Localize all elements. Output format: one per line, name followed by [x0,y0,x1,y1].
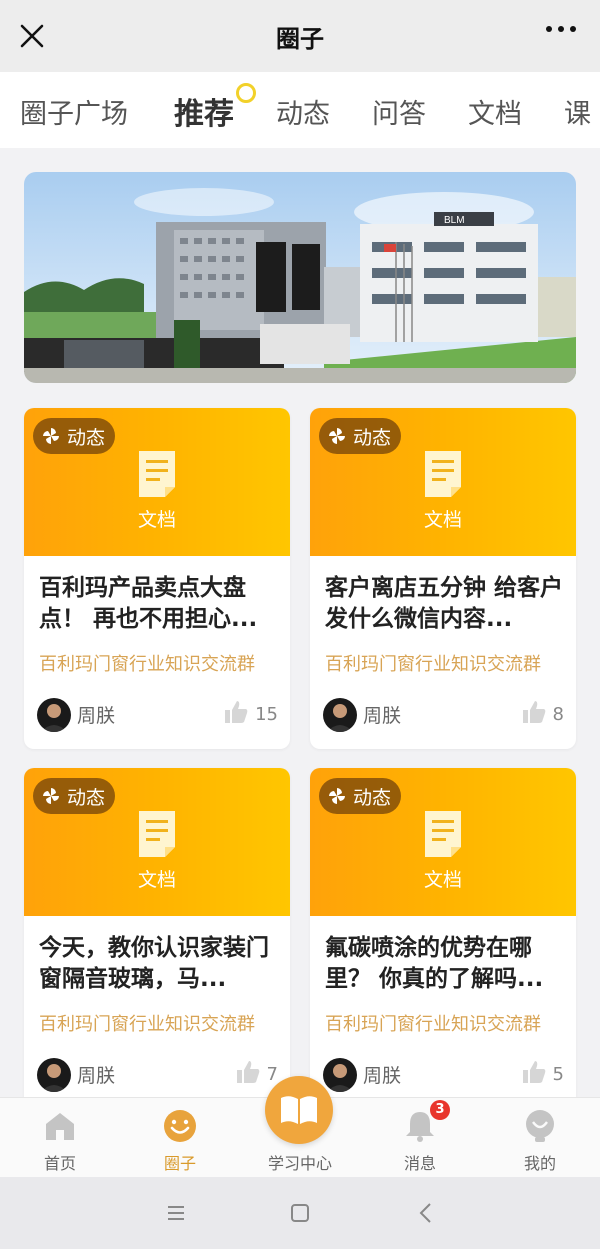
tab-circle-square[interactable]: 圈子广场 [20,92,128,131]
badge-label: 动态 [353,786,392,809]
type-badge: 动态 [319,418,402,454]
card-title[interactable]: 客户离店五分钟 给客户发什么微信内容... [325,573,565,635]
card-thumbnail: 动态 文档 [310,768,576,916]
book-icon [281,1096,317,1124]
back-icon[interactable] [412,1199,440,1227]
avatar[interactable] [323,1058,357,1092]
learning-center-button[interactable] [265,1076,333,1144]
card-title[interactable]: 百利玛产品卖点大盘点！ 再也不用担心... [39,573,279,635]
badge-label: 动态 [67,786,106,809]
home-icon [46,1113,74,1140]
author-name[interactable]: 周朕 [77,701,115,728]
like-count: 8 [552,704,564,725]
like-button[interactable]: 5 [521,1059,564,1085]
tab-docs[interactable]: 文档 [468,92,522,131]
card-thumbnail: 动态 文档 [24,768,290,916]
nav-messages[interactable]: 消息 [360,1098,480,1178]
building-sign: BLM [444,215,465,226]
document-icon [425,811,461,857]
like-count: 5 [552,1064,564,1085]
post-card[interactable]: 动态 文档 今天，教你认识家装门窗隔音玻璃，马... 百利玛门窗行业知识交流群 … [24,768,290,1109]
home-square-icon[interactable] [286,1199,314,1227]
thumbs-up-icon [522,701,545,723]
badge-label: 动态 [353,426,392,449]
thumbs-up-icon [225,701,248,723]
like-button[interactable]: 15 [223,699,278,725]
title-bar: 圈子 [0,0,600,72]
card-title[interactable]: 氟碳喷涂的优势在哪里？ 你真的了解吗... [325,933,565,995]
tab-qa[interactable]: 问答 [372,92,426,131]
doc-type-label: 文档 [137,509,176,531]
avatar[interactable] [37,1058,71,1092]
group-name[interactable]: 百利玛门窗行业知识交流群 [39,650,255,676]
group-name[interactable]: 百利玛门窗行业知识交流群 [39,1010,255,1036]
like-button[interactable]: 8 [521,699,564,725]
tab-course[interactable]: 课 [564,92,591,131]
card-thumbnail: 动态 文档 [310,408,576,556]
card-title[interactable]: 今天，教你认识家装门窗隔音玻璃，马... [39,933,279,995]
pinwheel-icon [43,428,59,444]
post-card[interactable]: 动态 文档 百利玛产品卖点大盘点！ 再也不用担心... 百利玛门窗行业知识交流群… [24,408,290,749]
document-icon [139,451,175,497]
nav-label: 圈子 [163,1154,196,1173]
menu-icon[interactable] [162,1199,190,1227]
thumbs-up-icon [522,1061,545,1083]
doc-type-label: 文档 [137,869,176,891]
user-icon [526,1110,554,1142]
doc-type-label: 文档 [423,509,462,531]
author-name[interactable]: 周朕 [363,1061,401,1088]
tab-dynamic[interactable]: 动态 [276,92,330,131]
nav-home[interactable]: 首页 [0,1098,120,1178]
nav-circle[interactable]: 圈子 [120,1098,240,1178]
thumbs-up-icon [236,1061,259,1083]
page-title: 圈子 [276,24,324,53]
pinwheel-icon [43,788,59,804]
type-badge: 动态 [33,418,116,454]
post-card[interactable]: 动态 文档 客户离店五分钟 给客户发什么微信内容... 百利玛门窗行业知识交流群… [310,408,576,749]
factory-illustration: BLM [24,172,576,383]
tab-recommend[interactable]: 推荐 [174,89,234,133]
type-badge: 动态 [319,778,402,814]
post-card[interactable]: 动态 文档 氟碳喷涂的优势在哪里？ 你真的了解吗... 百利玛门窗行业知识交流群… [310,768,576,1109]
avatar[interactable] [323,698,357,732]
like-count: 7 [266,1064,278,1085]
message-count-badge: 3 [430,1100,450,1120]
smile-icon [164,1110,196,1142]
document-icon [139,811,175,857]
nav-label: 首页 [43,1154,76,1173]
like-count: 15 [255,704,278,725]
active-tab-indicator [236,83,256,103]
system-nav-bar [0,1177,600,1249]
group-name[interactable]: 百利玛门窗行业知识交流群 [325,650,541,676]
like-button[interactable]: 7 [235,1059,278,1085]
more-icon[interactable] [546,26,576,32]
doc-type-label: 文档 [423,869,462,891]
author-name[interactable]: 周朕 [77,1061,115,1088]
avatar[interactable] [37,698,71,732]
card-thumbnail: 动态 文档 [24,408,290,556]
nav-label: 我的 [523,1154,556,1173]
pinwheel-icon [329,428,345,444]
nav-label: 消息 [403,1154,436,1173]
document-icon [425,451,461,497]
pinwheel-icon [329,788,345,804]
banner-image[interactable]: BLM [24,172,576,383]
close-icon[interactable] [16,20,48,52]
nav-mine[interactable]: 我的 [480,1098,600,1178]
author-name[interactable]: 周朕 [363,701,401,728]
badge-label: 动态 [67,426,106,449]
nav-label: 学习中心 [267,1154,332,1173]
category-tabs: 圈子广场 推荐 动态 问答 文档 课 [0,72,600,148]
type-badge: 动态 [33,778,116,814]
group-name[interactable]: 百利玛门窗行业知识交流群 [325,1010,541,1036]
